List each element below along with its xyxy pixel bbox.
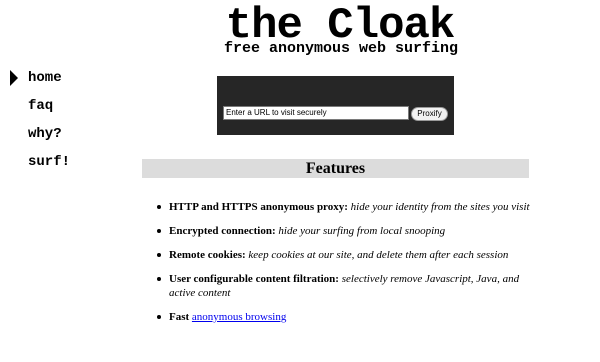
active-arrow-icon	[10, 70, 18, 86]
list-item: Remote cookies: keep cookies at our site…	[156, 248, 536, 262]
nav-item-label: surf!	[28, 154, 71, 170]
features-heading: Features	[142, 159, 529, 178]
nav-item-why[interactable]: why?	[10, 124, 70, 152]
bullet-icon	[157, 253, 161, 257]
list-item: Encrypted connection: hide your surfing …	[156, 224, 536, 238]
nav-item-label: faq	[28, 98, 54, 114]
feature-title: HTTP and HTTPS anonymous proxy:	[169, 201, 348, 213]
feature-title: User configurable content filtration:	[169, 273, 339, 285]
feature-description: keep cookies at our site, and delete the…	[248, 249, 509, 261]
nav-item-surf[interactable]: surf!	[10, 152, 70, 180]
nav-item-faq[interactable]: faq	[10, 96, 70, 124]
list-item: HTTP and HTTPS anonymous proxy: hide you…	[156, 200, 536, 214]
proxify-button[interactable]: Proxify	[411, 107, 448, 121]
nav-item-label: home	[28, 70, 62, 86]
site-tagline: free anonymous web surfing	[223, 40, 459, 57]
nav-item-home[interactable]: home	[10, 68, 70, 96]
list-item: Fast anonymous browsing	[156, 310, 536, 324]
bullet-icon	[157, 229, 161, 233]
nav-item-label: why?	[28, 126, 62, 142]
list-item: User configurable content filtration: se…	[156, 272, 536, 300]
bullet-icon	[157, 315, 161, 319]
feature-title: Fast	[169, 311, 190, 323]
anonymous-browsing-link[interactable]: anonymous browsing	[192, 311, 286, 323]
feature-description: hide your identity from the sites you vi…	[350, 201, 530, 213]
bullet-icon	[157, 205, 161, 209]
features-list: HTTP and HTTPS anonymous proxy: hide you…	[156, 200, 536, 334]
feature-title: Remote cookies:	[169, 249, 246, 261]
main-nav: home faq why? surf!	[10, 68, 70, 180]
url-input[interactable]: Enter a URL to visit securely	[223, 106, 409, 120]
url-form-panel: Enter a URL to visit securely Proxify	[217, 76, 454, 135]
bullet-icon	[157, 277, 161, 281]
feature-title: Encrypted connection:	[169, 225, 276, 237]
feature-description: hide your surfing from local snooping	[278, 225, 446, 237]
